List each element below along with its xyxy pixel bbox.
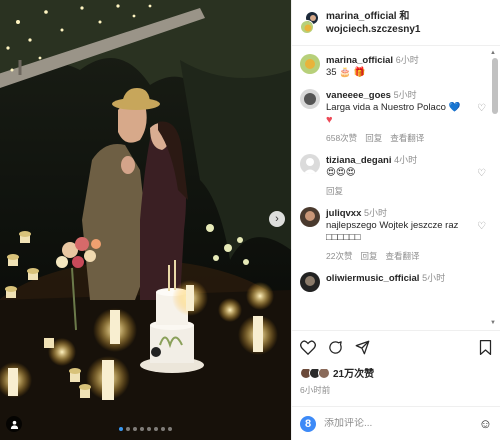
comment-text: najlepszego Wojtek jeszcze raz □□□□□□ <box>326 220 459 243</box>
add-comment-bar: 8 ☺ <box>292 406 500 440</box>
carousel-dot[interactable] <box>168 427 172 431</box>
comment-username[interactable]: oliwiermusic_official <box>326 273 419 284</box>
carousel-dot[interactable] <box>147 427 151 431</box>
post-time[interactable]: 6小时前 <box>300 384 492 396</box>
carousel-dot[interactable] <box>126 427 130 431</box>
comment-time: 5小时 <box>393 90 417 100</box>
bookmark-icon[interactable] <box>479 340 492 360</box>
avatar <box>318 366 330 379</box>
post-viewer: › marina_official 和 wojciech.szczesny1 ▲… <box>0 0 500 440</box>
photo <box>0 0 291 440</box>
comment-item: tiziana_degani 4小时 😍😍😍 回复 ♡ <box>300 154 486 197</box>
post-actions: 21万次赞 6小时前 <box>292 330 500 406</box>
chevron-right-icon[interactable]: › <box>269 211 285 227</box>
comment-item: vaneeee_goes 5小时 Larga vida a Nuestro Po… <box>300 89 486 144</box>
avatar[interactable] <box>300 272 320 292</box>
post-media[interactable]: › <box>0 0 291 440</box>
comment-likes[interactable]: 658次赞 <box>326 132 357 144</box>
avatar[interactable] <box>300 89 320 109</box>
comment-time: 5小时 <box>364 208 388 218</box>
scrollbar-thumb[interactable] <box>492 58 498 114</box>
carousel-dot[interactable] <box>161 427 165 431</box>
scroll-up-icon[interactable]: ▲ <box>490 50 496 56</box>
comment-text: 😍😍😍 <box>326 167 356 178</box>
likes-summary[interactable]: 21万次赞 <box>300 365 492 380</box>
reply-button[interactable]: 回复 <box>326 185 343 197</box>
comment-time: 5小时 <box>422 273 446 283</box>
translate-button[interactable]: 查看翻译 <box>385 250 419 262</box>
comment-username[interactable]: juliqvxx <box>326 208 361 219</box>
heart-icon[interactable] <box>300 340 316 360</box>
heart-icon[interactable]: ♡ <box>477 221 486 232</box>
likes-count[interactable]: 21万次赞 <box>333 365 374 380</box>
smile-icon[interactable]: 8 <box>300 415 316 432</box>
avatar[interactable] <box>300 19 314 34</box>
heart-icon[interactable]: ♡ <box>477 103 486 114</box>
comment-username[interactable]: vaneeee_goes <box>326 90 391 101</box>
comment-item: oliwiermusic_official 5小时 <box>300 272 486 292</box>
comments-list[interactable]: ▲ ▼ marina_official 6小时 35 🎂 🎁 vaneeee_g… <box>292 46 500 330</box>
translate-button[interactable]: 查看翻译 <box>390 132 424 144</box>
comment-item: juliqvxx 5小时 najlepszego Wojtek jeszcze … <box>300 207 486 262</box>
collab-avatars[interactable] <box>300 10 320 35</box>
reply-button[interactable]: 回复 <box>365 132 382 144</box>
reply-button[interactable]: 回复 <box>360 250 377 262</box>
avatar[interactable] <box>300 154 320 174</box>
post-authors: marina_official 和 wojciech.szczesny1 <box>326 10 421 36</box>
avatar[interactable] <box>300 54 320 74</box>
caption: marina_official 6小时 35 🎂 🎁 <box>300 54 486 79</box>
avatar[interactable] <box>300 207 320 227</box>
comment-icon[interactable] <box>328 340 343 360</box>
comment-time: 4小时 <box>394 155 418 165</box>
author-username[interactable]: wojciech.szczesny1 <box>326 24 421 35</box>
post-header: marina_official 和 wojciech.szczesny1 <box>292 0 500 46</box>
carousel-dot[interactable] <box>140 427 144 431</box>
carousel-dot[interactable] <box>154 427 158 431</box>
comment-likes[interactable]: 22次赞 <box>326 250 352 262</box>
carousel-dot[interactable] <box>133 427 137 431</box>
heart-icon[interactable]: ♡ <box>477 168 486 179</box>
scroll-down-icon[interactable]: ▼ <box>490 320 496 326</box>
smile-icon[interactable]: ☺ <box>479 416 492 431</box>
caption-text: 35 🎂 🎁 <box>326 67 366 78</box>
post-side-panel: marina_official 和 wojciech.szczesny1 ▲ ▼… <box>291 0 500 440</box>
scrollbar[interactable]: ▲ ▼ <box>490 50 498 326</box>
comment-text: Larga vida a Nuestro Polaco 💙 <box>326 102 461 113</box>
comment-extra: ♥ <box>326 114 333 126</box>
caption-username[interactable]: marina_official <box>326 55 393 66</box>
author-username[interactable]: marina_official <box>326 11 397 22</box>
carousel-dot[interactable] <box>119 427 123 431</box>
comment-input[interactable] <box>324 418 479 429</box>
carousel-dots <box>0 427 291 431</box>
author-joiner: 和 <box>399 10 410 22</box>
caption-time: 6小时 <box>395 55 419 65</box>
send-icon[interactable] <box>355 340 370 360</box>
comment-username[interactable]: tiziana_degani <box>326 155 391 166</box>
